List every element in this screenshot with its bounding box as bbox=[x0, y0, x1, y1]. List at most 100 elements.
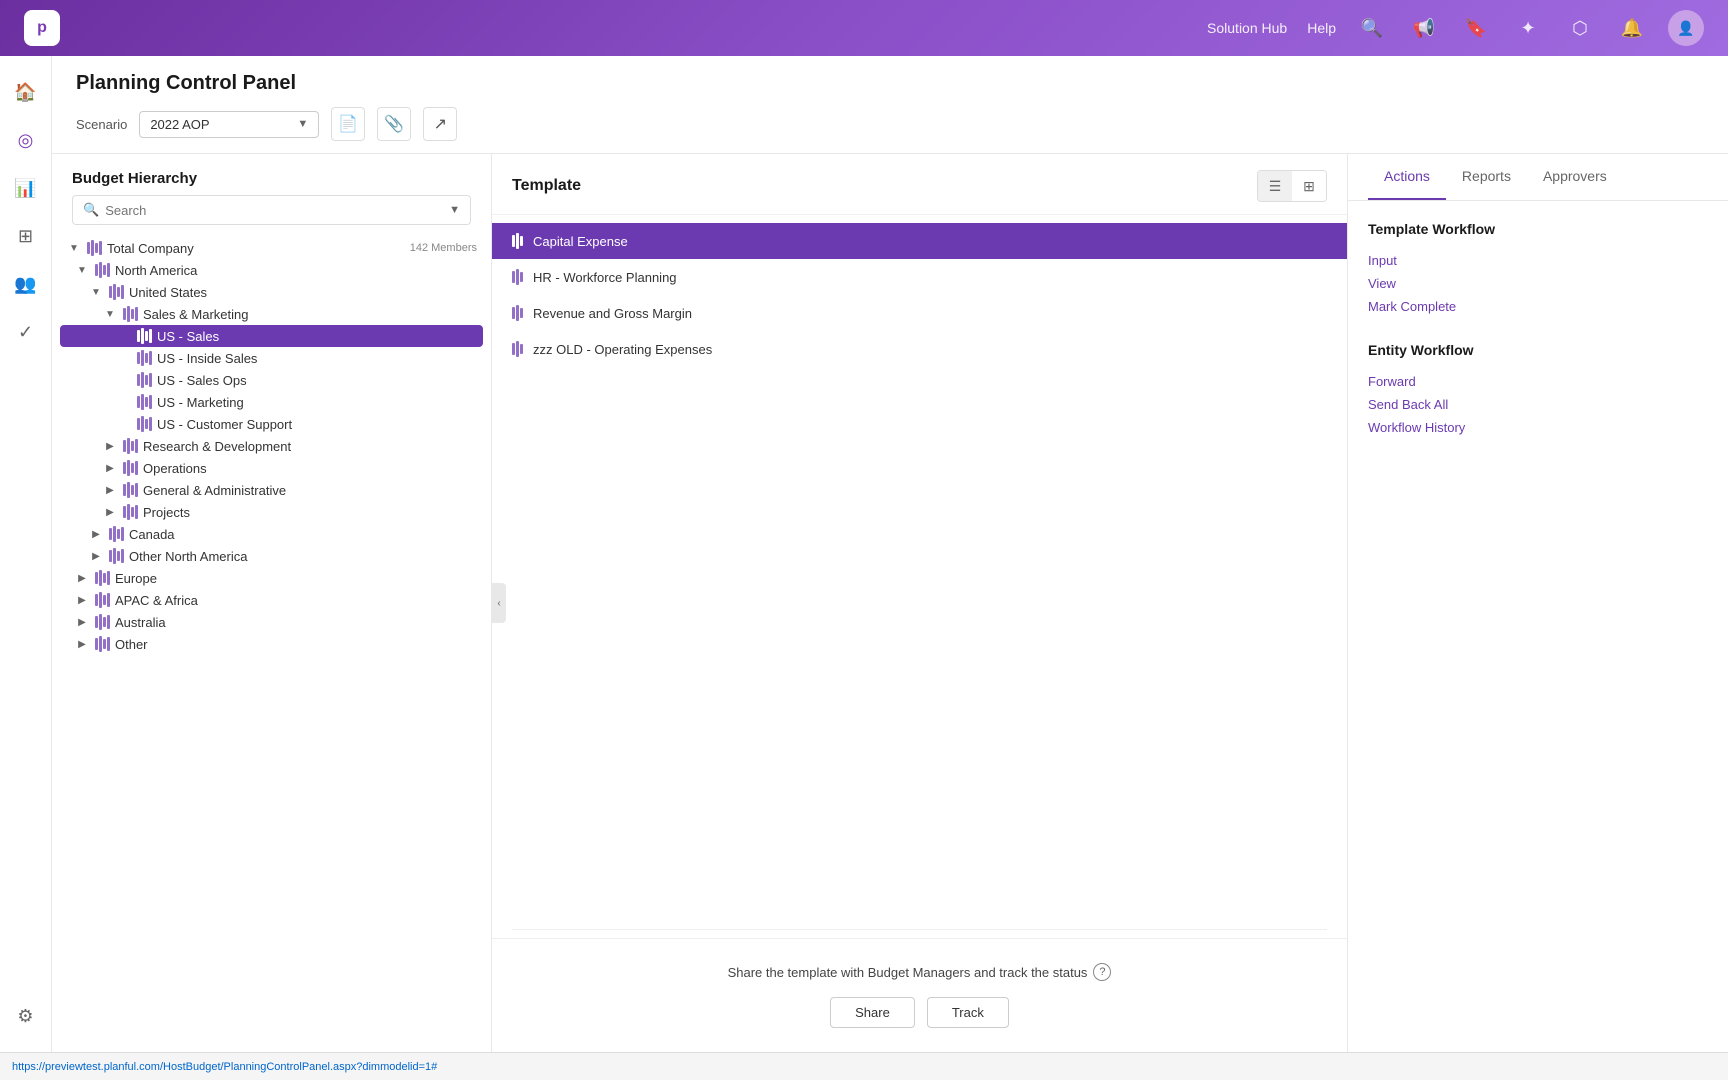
grid-view-btn[interactable]: ⊞ bbox=[1292, 171, 1326, 201]
attachment-icon-btn[interactable]: 📎 bbox=[377, 107, 411, 141]
search-icon-inner: 🔍 bbox=[83, 202, 99, 218]
settings-nav-item[interactable]: ⚙ bbox=[6, 996, 46, 1036]
search-box[interactable]: 🔍 ▼ bbox=[72, 195, 471, 225]
right-collapse-handle[interactable]: › bbox=[1347, 583, 1348, 623]
tree-toggle-general-admin[interactable]: ▶ bbox=[102, 482, 118, 498]
tree-toggle-other-north-america[interactable]: ▶ bbox=[88, 548, 104, 564]
list-view-btn[interactable]: ☰ bbox=[1258, 171, 1292, 201]
tree-node-projects[interactable]: ▶ Projects bbox=[60, 501, 483, 523]
scenario-label: Scenario bbox=[76, 117, 127, 132]
template-workflow-title: Template Workflow bbox=[1368, 221, 1708, 237]
tree-node-apac-africa[interactable]: ▶ APAC & Africa bbox=[60, 589, 483, 611]
tree-container: ▼ Total Company 142 Members ▼ North Amer… bbox=[52, 237, 491, 1052]
solution-hub-link[interactable]: Solution Hub bbox=[1207, 20, 1287, 36]
tree-node-us-customer-support[interactable]: ▶ US - Customer Support bbox=[60, 413, 483, 435]
template-item-capital-expense[interactable]: Capital Expense bbox=[492, 223, 1347, 259]
tree-toggle-australia[interactable]: ▶ bbox=[74, 614, 90, 630]
tree-node-australia[interactable]: ▶ Australia bbox=[60, 611, 483, 633]
tree-toggle-europe[interactable]: ▶ bbox=[74, 570, 90, 586]
home-nav-item[interactable]: 🏠 bbox=[6, 72, 46, 112]
workflow-link-view[interactable]: View bbox=[1368, 272, 1708, 295]
tree-node-sales-marketing[interactable]: ▼ Sales & Marketing bbox=[60, 303, 483, 325]
search-icon[interactable]: 🔍 bbox=[1356, 12, 1388, 44]
search-dropdown-icon[interactable]: ▼ bbox=[449, 204, 460, 216]
tree-node-us-marketing[interactable]: ▶ US - Marketing bbox=[60, 391, 483, 413]
tree-toggle-total-company[interactable]: ▼ bbox=[66, 240, 82, 256]
template-icon-zzz-old bbox=[512, 341, 523, 357]
tree-icon-general-admin bbox=[123, 482, 138, 498]
grid-nav-item[interactable]: ⊞ bbox=[6, 216, 46, 256]
tree-icon-other-north-america bbox=[109, 548, 124, 564]
tree-icon-total-company bbox=[87, 240, 102, 256]
tab-reports[interactable]: Reports bbox=[1446, 154, 1527, 200]
workflow-link-workflow-history[interactable]: Workflow History bbox=[1368, 416, 1708, 439]
tree-node-us-inside-sales[interactable]: ▶ US - Inside Sales bbox=[60, 347, 483, 369]
tasks-nav-item[interactable]: ✓ bbox=[6, 312, 46, 352]
notifications-icon[interactable]: 🔔 bbox=[1616, 12, 1648, 44]
users-nav-item[interactable]: 👥 bbox=[6, 264, 46, 304]
tab-actions[interactable]: Actions bbox=[1368, 154, 1446, 200]
tree-node-canada[interactable]: ▶ Canada bbox=[60, 523, 483, 545]
info-icon[interactable]: ? bbox=[1093, 963, 1111, 981]
tree-icon-canada bbox=[109, 526, 124, 542]
template-item-revenue-margin[interactable]: Revenue and Gross Margin bbox=[492, 295, 1347, 331]
tree-toggle-research-dev[interactable]: ▶ bbox=[102, 438, 118, 454]
workflow-link-mark-complete[interactable]: Mark Complete bbox=[1368, 295, 1708, 318]
app-logo[interactable]: p bbox=[24, 10, 60, 46]
track-button[interactable]: Track bbox=[927, 997, 1009, 1028]
template-item-hr-workforce[interactable]: HR - Workforce Planning bbox=[492, 259, 1347, 295]
tree-node-other-north-america[interactable]: ▶ Other North America bbox=[60, 545, 483, 567]
template-workflow-section: Template Workflow Input View Mark Comple… bbox=[1368, 221, 1708, 318]
template-icon-hr-workforce bbox=[512, 269, 523, 285]
tree-node-us-sales-ops[interactable]: ▶ US - Sales Ops bbox=[60, 369, 483, 391]
left-collapse-handle[interactable]: ‹ bbox=[492, 583, 506, 623]
search-input[interactable] bbox=[105, 203, 443, 218]
tree-toggle-sales-marketing[interactable]: ▼ bbox=[102, 306, 118, 322]
budget-panel: Budget Hierarchy 🔍 ▼ ▼ Total Company 142… bbox=[52, 154, 492, 1052]
user-avatar[interactable]: 👤 bbox=[1668, 10, 1704, 46]
tab-approvers[interactable]: Approvers bbox=[1527, 154, 1623, 200]
announcements-icon[interactable]: 📢 bbox=[1408, 12, 1440, 44]
page-header: Planning Control Panel Scenario 2022 AOP… bbox=[52, 56, 1728, 154]
toolbar: Scenario 2022 AOP ▼ 📄 📎 ↗ bbox=[76, 107, 1704, 153]
template-item-zzz-old[interactable]: zzz OLD - Operating Expenses bbox=[492, 331, 1347, 367]
tree-node-total-company[interactable]: ▼ Total Company 142 Members bbox=[60, 237, 483, 259]
tree-node-north-america[interactable]: ▼ North America bbox=[60, 259, 483, 281]
trend-icon-btn[interactable]: ↗ bbox=[423, 107, 457, 141]
tree-node-general-admin[interactable]: ▶ General & Administrative bbox=[60, 479, 483, 501]
tree-toggle-operations[interactable]: ▶ bbox=[102, 460, 118, 476]
share-button[interactable]: Share bbox=[830, 997, 915, 1028]
reports-nav-item[interactable]: 📊 bbox=[6, 168, 46, 208]
workflow-link-input[interactable]: Input bbox=[1368, 249, 1708, 272]
budget-panel-title: Budget Hierarchy bbox=[52, 154, 491, 195]
workflow-link-send-back-all[interactable]: Send Back All bbox=[1368, 393, 1708, 416]
tree-toggle-apac-africa[interactable]: ▶ bbox=[74, 592, 90, 608]
right-panel: Actions Reports Approvers Template Workf… bbox=[1348, 154, 1728, 1052]
scenario-dropdown-icon: ▼ bbox=[297, 118, 308, 130]
tree-node-europe[interactable]: ▶ Europe bbox=[60, 567, 483, 589]
document-icon-btn[interactable]: 📄 bbox=[331, 107, 365, 141]
tree-toggle-canada[interactable]: ▶ bbox=[88, 526, 104, 542]
bookmark-icon[interactable]: 🔖 bbox=[1460, 12, 1492, 44]
tree-toggle-united-states[interactable]: ▼ bbox=[88, 284, 104, 300]
tree-node-operations[interactable]: ▶ Operations bbox=[60, 457, 483, 479]
tree-label-sales-marketing: Sales & Marketing bbox=[143, 307, 477, 322]
shield-icon[interactable]: ⬡ bbox=[1564, 12, 1596, 44]
planning-nav-item[interactable]: ◎ bbox=[6, 120, 46, 160]
help-link[interactable]: Help bbox=[1307, 20, 1336, 36]
tree-toggle-projects[interactable]: ▶ bbox=[102, 504, 118, 520]
compass-icon[interactable]: ✦ bbox=[1512, 12, 1544, 44]
tree-node-us-sales[interactable]: ▶ US - Sales bbox=[60, 325, 483, 347]
tree-toggle-other[interactable]: ▶ bbox=[74, 636, 90, 652]
tree-label-other-north-america: Other North America bbox=[129, 549, 477, 564]
tree-label-general-admin: General & Administrative bbox=[143, 483, 477, 498]
tree-label-australia: Australia bbox=[115, 615, 477, 630]
tree-toggle-north-america[interactable]: ▼ bbox=[74, 262, 90, 278]
tree-icon-projects bbox=[123, 504, 138, 520]
tree-label-research-dev: Research & Development bbox=[143, 439, 477, 454]
scenario-select[interactable]: 2022 AOP ▼ bbox=[139, 111, 319, 138]
tree-node-other[interactable]: ▶ Other bbox=[60, 633, 483, 655]
tree-node-united-states[interactable]: ▼ United States bbox=[60, 281, 483, 303]
workflow-link-forward[interactable]: Forward bbox=[1368, 370, 1708, 393]
tree-node-research-dev[interactable]: ▶ Research & Development bbox=[60, 435, 483, 457]
